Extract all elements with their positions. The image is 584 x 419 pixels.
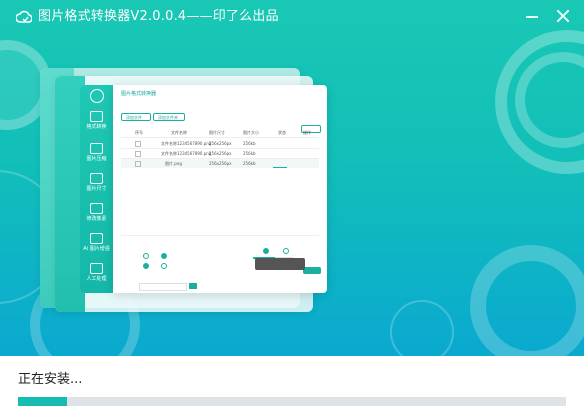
preview-side-item: 图片压缩: [80, 143, 113, 162]
preview-app-name: 图片格式转换器: [121, 91, 157, 97]
ai-enhance-icon: [90, 233, 103, 244]
preview-side-item: 图片尺寸: [80, 173, 113, 192]
preview-row-bytes: 256kb: [243, 141, 256, 146]
preview-row-size: 256x256px: [209, 141, 232, 146]
cloud-icon: [16, 10, 32, 23]
preview-sidebar: 格式转换 图片压缩 图片尺寸 修改像素 Ai 图片增强 人工处理: [80, 85, 113, 293]
preview-side-item: 格式转换: [80, 111, 113, 130]
window-title: 图片格式转换器V2.0.0.4——印了么出品: [38, 9, 279, 24]
preview-add-file-button: 添加文件: [121, 113, 151, 121]
preview-side-item: Ai 图片增强: [80, 233, 113, 252]
person-icon: [90, 263, 103, 274]
preview-add-folder-button: 添加文件夹: [153, 113, 185, 121]
install-progress-fill: [18, 397, 68, 406]
minimize-icon: [526, 16, 538, 18]
preview-row-name: 文件名称1234567890.png: [161, 141, 212, 146]
preview-side-item: 修改像素: [80, 203, 113, 222]
preview-col-header: 文件名称: [171, 130, 187, 135]
preview-col-header: 状态: [278, 130, 286, 135]
close-button[interactable]: [554, 7, 572, 25]
preview-row-bytes: 256kb: [243, 161, 256, 166]
compress-icon: [90, 143, 103, 154]
decor-ring: [470, 245, 584, 356]
install-progress-bar: [18, 397, 566, 406]
preview-col-header: 操作: [303, 130, 311, 135]
preview-row-size: 256x256px: [209, 151, 232, 156]
preview-row-name: 图片.png: [165, 161, 182, 166]
preview-tooltip: [255, 258, 305, 270]
preview-row-name: 文件名称1234567890.png: [161, 151, 212, 156]
preview-row-bytes: 256kb: [243, 151, 256, 156]
install-footer: [0, 356, 584, 419]
hero-banner: 图片格式转换器V2.0.0.4——印了么出品 格式转换 图片压缩 图片尺寸 修改…: [0, 0, 584, 356]
convert-icon: [90, 111, 103, 122]
preview-col-header: 序号: [135, 130, 143, 135]
preview-col-header: 图片大小: [243, 130, 259, 135]
preview-side-item: 人工处理: [80, 263, 113, 282]
installer-window: 图片格式转换器V2.0.0.4——印了么出品 格式转换 图片压缩 图片尺寸 修改…: [0, 0, 584, 419]
decor-ring: [390, 300, 454, 356]
minimize-button[interactable]: [523, 7, 541, 25]
preview-col-header: 图片尺寸: [209, 130, 225, 135]
preview-row-size: 256x256px: [209, 161, 232, 166]
pixel-icon: [90, 203, 103, 214]
logo-icon: [89, 89, 104, 103]
title-bar: 图片格式转换器V2.0.0.4——印了么出品: [0, 0, 584, 34]
install-status-text: 正在安装...: [18, 372, 83, 387]
resize-icon: [90, 173, 103, 184]
